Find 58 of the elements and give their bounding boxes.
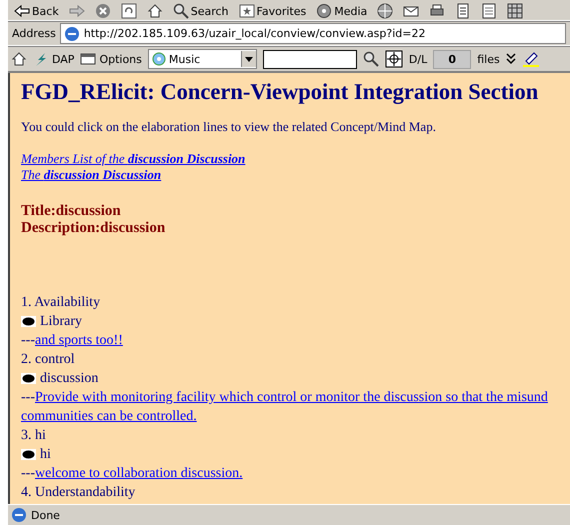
viewpoint-text: Library: [40, 313, 82, 331]
download-label: D/L: [408, 52, 428, 66]
discussion-link[interactable]: Members List of the discussion Discussion: [21, 151, 246, 167]
concern-item: 4. Understandability: [21, 484, 136, 502]
address-field[interactable]: http://202.185.109.63/uzair_local/conview/conview.asp?id=22: [60, 23, 566, 44]
search-button[interactable]: Search: [170, 2, 231, 20]
dash-text: ---: [21, 466, 35, 481]
status-text: Done: [31, 508, 60, 522]
elaboration-link[interactable]: and sports too!!: [35, 333, 123, 348]
dap-button[interactable]: DAP: [33, 51, 74, 67]
window-icon: [80, 51, 96, 67]
home-icon: [11, 51, 27, 67]
elaboration-link[interactable]: welcome to collaboration discussion.: [35, 466, 243, 481]
search-field[interactable]: [262, 50, 357, 68]
discussion-link[interactable]: The discussion Discussion: [21, 167, 162, 183]
options-button[interactable]: Options: [80, 51, 142, 67]
page-heading: FGD_RElicit: Concern-Viewpoint Integration Section: [21, 79, 540, 105]
music-dropdown[interactable]: Music: [148, 49, 257, 69]
globe-button[interactable]: [375, 2, 396, 20]
film-reel-icon: [316, 3, 332, 19]
disc-icon: [152, 52, 166, 66]
favorites-button[interactable]: Favorites: [236, 2, 308, 20]
url-text: http://202.185.109.63/uzair_local/conview/conview.asp?id=22: [84, 27, 426, 40]
concern-item: 1. Availability: [21, 294, 102, 312]
dropdown-text: Music: [168, 52, 202, 66]
grid-icon: [507, 3, 524, 19]
files-label: files: [477, 52, 500, 66]
home-icon: [146, 3, 163, 19]
address-label: Address: [12, 27, 56, 40]
dash-text: ---: [21, 390, 35, 405]
elaboration-link[interactable]: communities can be controlled.: [21, 407, 197, 426]
chevron-icon: [506, 53, 516, 65]
viewpoint-text: discussion: [40, 370, 98, 388]
caret-icon: [244, 56, 253, 62]
arrow-left-icon: [14, 3, 30, 19]
arrow-right-icon: [68, 3, 85, 19]
magnifier-icon: [172, 3, 189, 19]
forward-button[interactable]: [66, 2, 87, 20]
download-count: 0: [433, 50, 472, 68]
concern-item: 2. control: [21, 351, 76, 369]
bullet-icon: [21, 373, 36, 384]
grid-button[interactable]: [505, 2, 526, 20]
viewpoint-text: hi: [40, 446, 51, 464]
media-button[interactable]: Media: [314, 2, 370, 20]
elaboration-link[interactable]: Provide with monitoring facility which control or monitor the discussion so that the misund: [35, 390, 548, 405]
description-text: Description:discussion: [21, 220, 166, 237]
refresh-button[interactable]: [118, 2, 139, 20]
intro-text: You could click on the elaboration lines to view the related Concept/Mind Map.: [21, 119, 437, 135]
title-text: Title:discussion: [21, 203, 121, 220]
stop-icon: [94, 3, 111, 19]
bullet-icon: [21, 316, 36, 327]
highlighter-icon: [522, 51, 540, 67]
search-icon: [362, 51, 379, 67]
bullet-icon: [21, 449, 36, 460]
concern-item: 3. hi: [21, 427, 47, 445]
crosshair-icon: [384, 50, 403, 68]
back-button[interactable]: Back: [12, 2, 61, 20]
dash-text: ---: [21, 333, 35, 348]
